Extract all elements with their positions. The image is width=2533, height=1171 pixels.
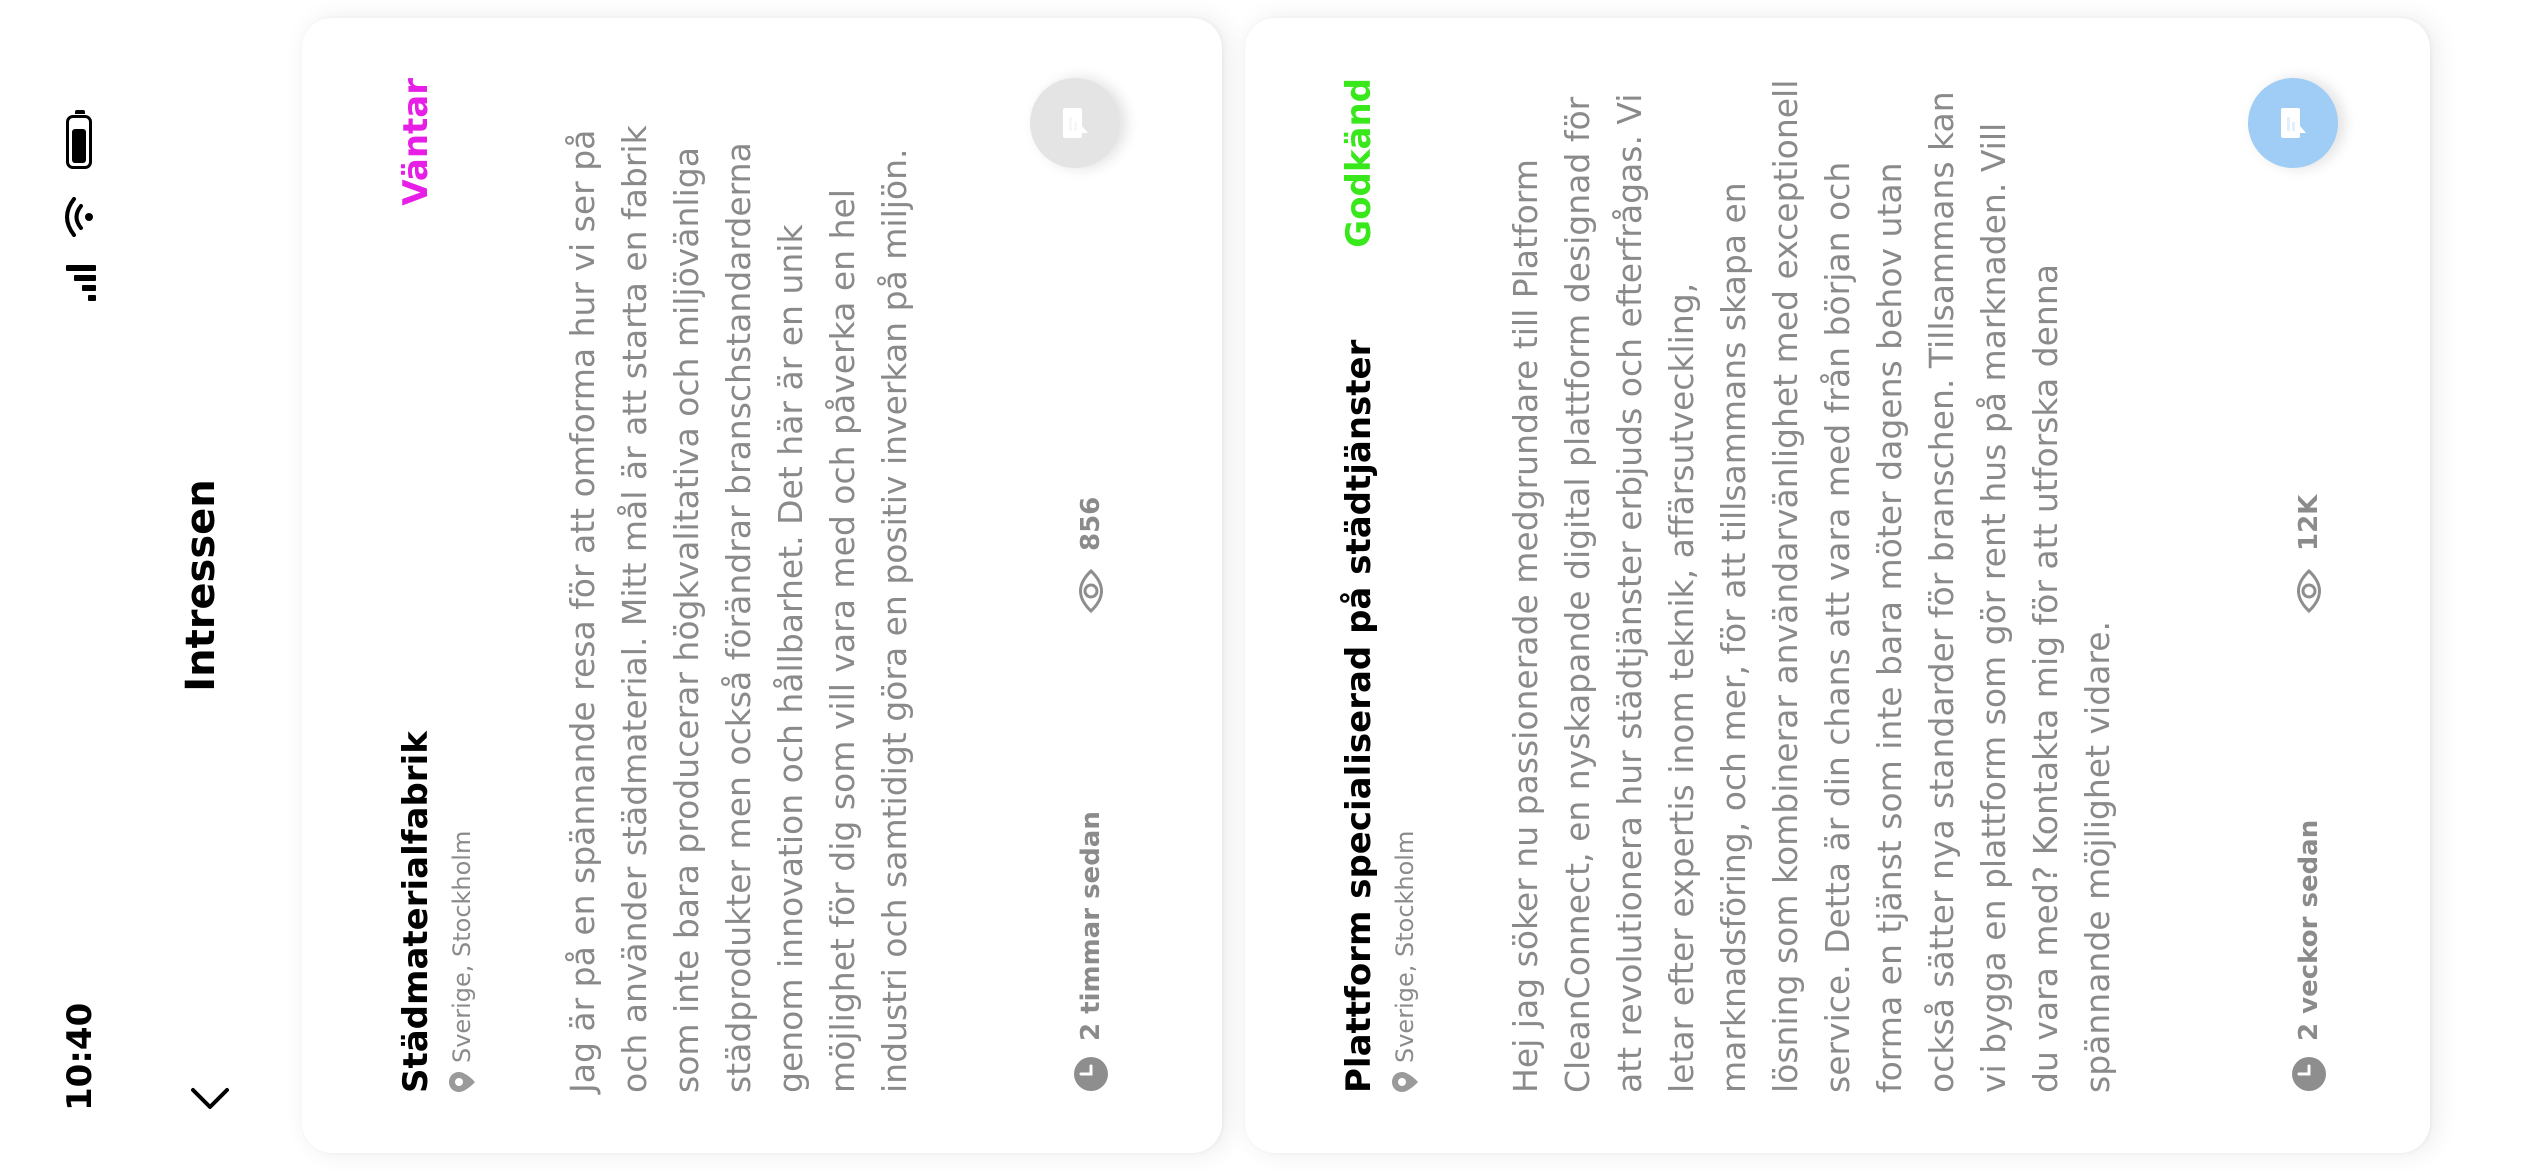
card-location: Sverige, Stockholm	[1391, 831, 1419, 1093]
chat-button[interactable]	[2248, 78, 2338, 168]
eye-icon	[2297, 569, 2321, 613]
chat-button[interactable]	[1030, 78, 1120, 168]
status-time: 10:40	[60, 1002, 100, 1111]
posted-time-text: 2 veckor sedan	[2294, 819, 2324, 1041]
interest-card[interactable]: Plattform specialiserad på städtjänster …	[1245, 18, 2430, 1153]
card-description: Hej jag söker nu passionerade medgrundar…	[1506, 79, 2117, 1093]
status-label: Väntar	[396, 78, 436, 206]
wifi-icon	[65, 197, 93, 237]
card-title: Plattform specialiserad på städtjänster	[1339, 339, 1379, 1093]
card-location: Sverige, Stockholm	[448, 831, 476, 1093]
location-pin-icon	[1392, 1072, 1418, 1092]
clock-icon	[2292, 1057, 2326, 1091]
view-count-text: 856	[1076, 496, 1106, 551]
location-text: Sverige, Stockholm	[1391, 830, 1419, 1063]
status-label: Godkänd	[1339, 78, 1379, 248]
view-count: 856	[1076, 497, 1106, 613]
posted-time: 2 veckor sedan	[2290, 820, 2328, 1093]
page-title: Intressen	[178, 479, 224, 692]
eye-icon	[1079, 569, 1103, 613]
view-count: 12K	[2294, 495, 2324, 613]
interest-card[interactable]: Städmaterialfabrik Väntar Sverige, Stock…	[302, 18, 1222, 1153]
posted-time: 2 timmar sedan	[1072, 811, 1110, 1093]
phone-screen: 10:40 Intressen Städmaterialfabrik Vänta…	[0, 0, 2533, 1171]
card-footer: 2 veckor sedan 12K	[2248, 78, 2338, 1093]
battery-icon	[66, 115, 92, 169]
location-pin-icon	[449, 1072, 475, 1092]
card-footer: 2 timmar sedan 856	[1030, 78, 1120, 1093]
chat-bubble-icon	[2281, 108, 2306, 138]
location-text: Sverige, Stockholm	[448, 830, 476, 1063]
status-icons	[62, 115, 96, 301]
clock-icon	[1074, 1057, 1108, 1091]
chat-bubble-icon	[1063, 108, 1088, 138]
view-count-text: 12K	[2294, 494, 2324, 551]
card-title: Städmaterialfabrik	[396, 731, 436, 1093]
signal-icon	[62, 265, 96, 301]
card-description: Jag är på en spännande resa för att omfo…	[563, 125, 914, 1093]
posted-time-text: 2 timmar sedan	[1076, 811, 1106, 1041]
